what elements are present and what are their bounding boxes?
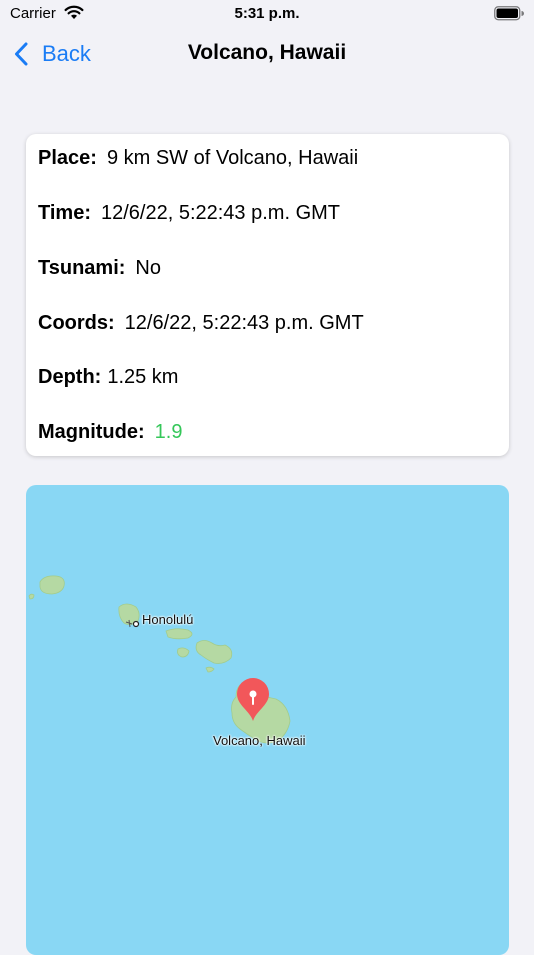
depth-row: Depth: 1.25 km [38, 366, 178, 389]
tsunami-row: Tsunami: No [38, 257, 161, 280]
depth-label: Depth: [38, 366, 102, 388]
time-label: Time: [38, 202, 91, 224]
battery-icon [494, 6, 524, 25]
pin-label: Volcano, Hawaii [213, 733, 306, 748]
time-value: 12/6/22, 5:22:43 p.m. GMT [100, 202, 340, 224]
magnitude-row: Magnitude: 1.9 [38, 421, 182, 444]
coords-row: Coords: 12/6/22, 5:22:43 p.m. GMT [38, 312, 364, 335]
coords-label: Coords: [38, 312, 115, 334]
coords-value: 12/6/22, 5:22:43 p.m. GMT [124, 312, 364, 334]
earthquake-details-card: Place: 9 km SW of Volcano, Hawaii Time: 12… [26, 134, 509, 456]
status-bar: Carrier 5:31 p.m. [0, 0, 534, 30]
depth-value: 1.25 km [107, 366, 179, 388]
map-islands [28, 575, 291, 744]
navigation-bar: Back Volcano, Hawaii [0, 30, 534, 80]
time-row: Time: 12/6/22, 5:22:43 p.m. GMT [38, 202, 340, 225]
magnitude-value: 1.9 [154, 421, 183, 443]
magnitude-label: Magnitude: [38, 421, 145, 443]
place-value: 9 km SW of Volcano, Hawaii [106, 147, 359, 169]
tsunami-value: No [135, 257, 161, 279]
place-label: Place: [38, 147, 97, 169]
place-row: Place: 9 km SW of Volcano, Hawaii [38, 147, 358, 170]
tsunami-label: Tsunami: [38, 257, 126, 279]
honolulu-label: Honolulú [142, 612, 194, 627]
page-title: Volcano, Hawaii [187, 41, 347, 64]
status-time: 5:31 p.m. [234, 5, 300, 22]
map-view[interactable]: Honolulú Volcano, Hawaii [26, 485, 509, 955]
